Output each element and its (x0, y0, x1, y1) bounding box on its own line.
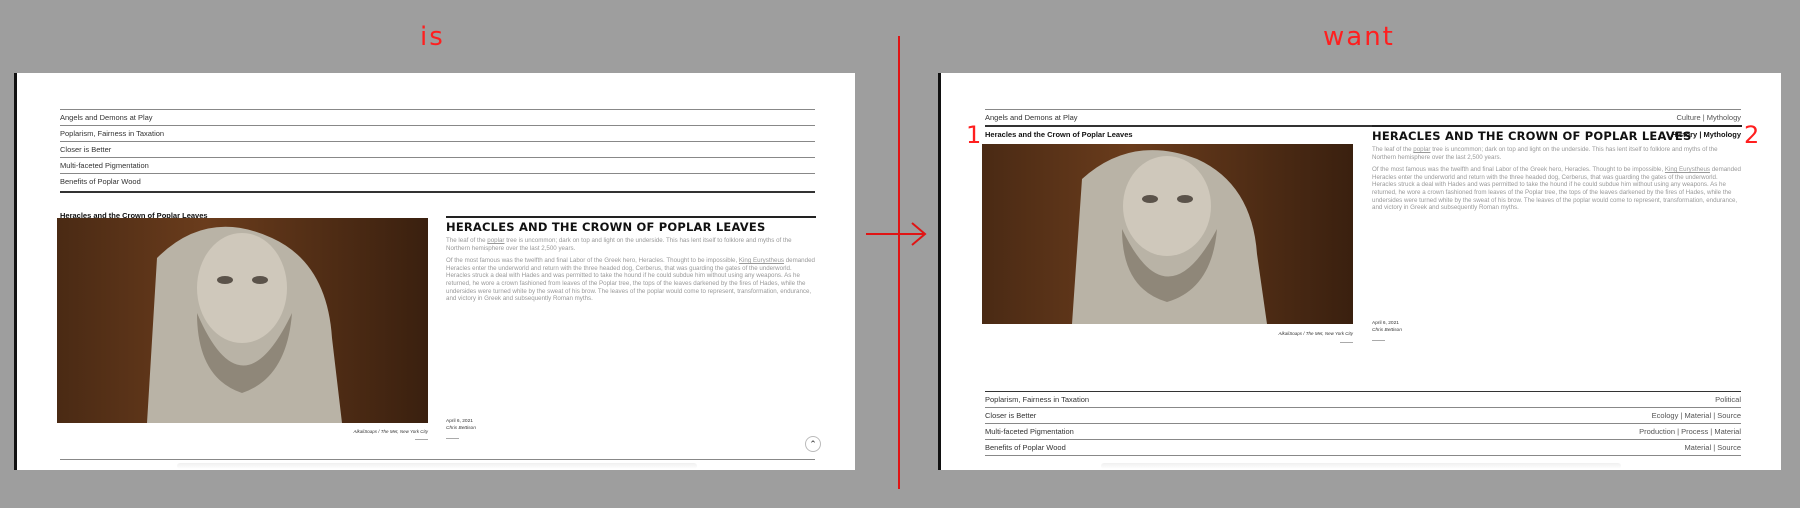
marker-two: 2 (1744, 121, 1760, 149)
list-item[interactable]: Benefits of Poplar Wood (60, 173, 815, 189)
article-author: Chris Bettison (1372, 328, 1402, 333)
article-list: Angels and Demons at Play Poplarism, Fai… (60, 109, 815, 223)
article-title: HERACLES AND THE CROWN OF POPLAR LEAVES (446, 220, 766, 234)
current-layout-panel: Angels and Demons at Play Poplarism, Fai… (14, 73, 855, 470)
article-meta: April 6, 2021 Chris Bettison (1372, 320, 1402, 334)
photo-caption: AlkaliSoaps / The Met, New York City (353, 429, 428, 434)
marker-one: 1 (966, 121, 982, 149)
right-arrow-icon (866, 222, 927, 246)
poplar-link[interactable]: poplar (1413, 146, 1430, 153)
poplar-link[interactable]: poplar (487, 237, 504, 244)
article-date: April 6, 2021 (446, 419, 473, 424)
king-eurystheus-link[interactable]: King Eurystheus (739, 257, 784, 264)
article-meta: April 6, 2021 Chris Bettison (446, 418, 476, 432)
list-item[interactable]: Closer is Better (60, 141, 815, 157)
is-label: is (420, 22, 445, 52)
list-item[interactable]: Multi-faceted Pigmentation Production | P… (985, 423, 1741, 439)
divider-line (898, 36, 900, 489)
article-author: Chris Bettison (446, 426, 476, 431)
list-item[interactable]: Multi-faceted Pigmentation (60, 157, 815, 173)
article-list-below: Poplarism, Fairness in Taxation Political… (985, 391, 1741, 456)
list-item[interactable]: Benefits of Poplar Wood Material | Source (985, 439, 1741, 455)
article-body: HERACLES AND THE CROWN OF POPLAR LEAVES … (1372, 125, 1742, 217)
photo-caption: AlkaliSoaps / The Met, New York City (1278, 331, 1353, 336)
article-date: April 6, 2021 (1372, 321, 1399, 326)
list-item[interactable]: Angels and Demons at Play (60, 109, 815, 125)
list-item[interactable]: Poplarism, Fairness in Taxation Political (985, 391, 1741, 407)
list-item[interactable]: Angels and Demons at Play Culture | Mytho… (985, 109, 1741, 125)
chevron-up-icon[interactable]: ⌃ (805, 436, 821, 452)
list-item[interactable]: Closer is Better Ecology | Material | Sou… (985, 407, 1741, 423)
heracles-photo (982, 144, 1353, 324)
king-eurystheus-link[interactable]: King Eurystheus (1665, 166, 1710, 173)
desired-layout-panel: Angels and Demons at Play Culture | Mytho… (938, 73, 1781, 470)
heracles-photo (57, 218, 428, 423)
article-body: HERACLES AND THE CROWN OF POPLAR LEAVES … (446, 216, 816, 308)
article-title: HERACLES AND THE CROWN OF POPLAR LEAVES (1372, 129, 1692, 143)
want-label: want (1323, 22, 1395, 52)
list-item[interactable]: Poplarism, Fairness in Taxation (60, 125, 815, 141)
